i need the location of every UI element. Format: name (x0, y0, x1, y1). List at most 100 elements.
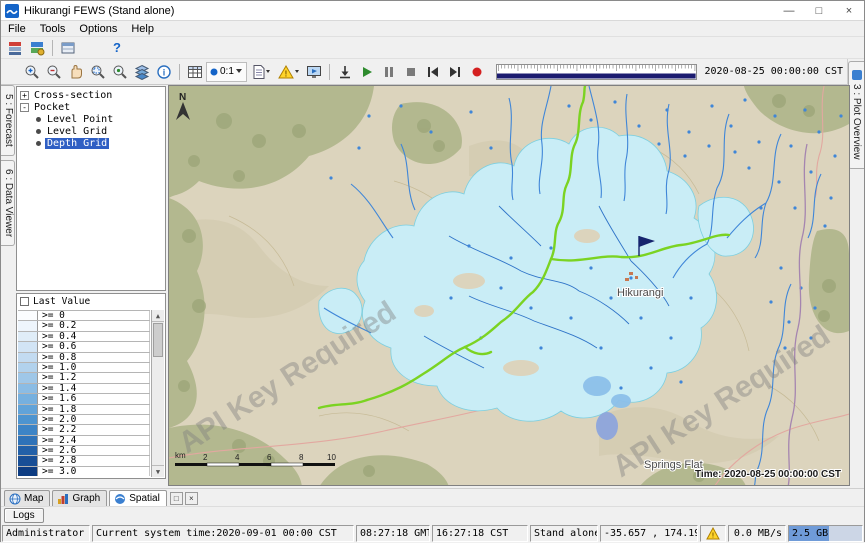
legend-label: >= 0.2 (38, 321, 150, 330)
status-warning[interactable]: ! (700, 525, 726, 542)
map-time-label: Time: 2020-08-25 00:00:00 CST (695, 469, 841, 480)
warning-dropdown[interactable]: ! (275, 62, 303, 82)
info-icon: i (156, 64, 172, 80)
animation-button[interactable] (303, 62, 325, 82)
chevron-down-icon (236, 69, 243, 74)
step-first-button[interactable] (422, 62, 444, 82)
zoom-in-button[interactable] (21, 62, 43, 82)
zoom-extent-button[interactable] (109, 62, 131, 82)
tab-map[interactable]: Map (4, 490, 50, 506)
side-tab-label: 3 : Plot Overview (851, 84, 862, 160)
scroll-down-icon[interactable]: ▼ (152, 465, 164, 477)
legend-row: >= 1.0 (18, 362, 150, 372)
legend-panel: Last Value >= 0>= 0.2>= 0.4>= 0.6>= 0.8>… (16, 293, 166, 479)
config-button[interactable] (57, 38, 79, 58)
skip-start-icon (425, 64, 441, 80)
monitor-icon (306, 64, 322, 80)
export-animation-button[interactable] (334, 62, 356, 82)
svg-text:i: i (163, 67, 166, 77)
zoom-box-icon (90, 64, 106, 80)
legend-row: >= 1.6 (18, 393, 150, 403)
legend-swatch (18, 342, 38, 351)
zoom-box-button[interactable] (87, 62, 109, 82)
database-icon (7, 40, 23, 56)
zoom-out-button[interactable] (43, 62, 65, 82)
scroll-up-icon[interactable]: ▲ (152, 310, 164, 322)
database-button[interactable] (4, 38, 26, 58)
document-icon (251, 64, 271, 80)
menu-tools[interactable]: Tools (33, 23, 73, 35)
tree-item-depth-grid[interactable]: Depth Grid (17, 137, 165, 149)
tree-expander-icon[interactable]: + (20, 91, 29, 100)
legend-label: >= 1.6 (38, 394, 150, 403)
minimize-button[interactable]: — (774, 1, 804, 20)
svg-text:!: ! (285, 69, 288, 78)
maximize-button[interactable]: □ (804, 1, 834, 20)
status-gmt-time: 08:27:18 GMT (356, 525, 430, 542)
tree-item-pocket[interactable]: -Pocket (17, 101, 165, 113)
app-window: { "window": { "title": "Hikurangi FEWS (… (0, 0, 865, 542)
spatial-icon (114, 493, 126, 505)
tree-item-level-grid[interactable]: Level Grid (17, 125, 165, 137)
scroll-thumb[interactable] (153, 323, 163, 357)
tab-graph[interactable]: Graph (52, 490, 107, 506)
profile-dropdown[interactable] (247, 62, 275, 82)
tree-item-level-point[interactable]: Level Point (17, 113, 165, 125)
pause-button[interactable] (378, 62, 400, 82)
float-view-button[interactable]: □ (170, 492, 183, 505)
menu-options[interactable]: Options (72, 23, 124, 35)
menu-file[interactable]: File (1, 23, 33, 35)
last-value-checkbox[interactable] (20, 297, 29, 306)
pause-icon (381, 64, 397, 80)
logs-button[interactable]: Logs (4, 508, 44, 523)
close-view-button[interactable]: × (185, 492, 198, 505)
tab-spatial[interactable]: Spatial (109, 490, 167, 506)
side-tab-plot-overview[interactable]: 3 : Plot Overview (848, 61, 864, 169)
legend-row: >= 0 (18, 310, 150, 320)
filter-tree[interactable]: +Cross-section-PocketLevel PointLevel Gr… (16, 86, 166, 291)
warning-icon: ! (278, 64, 300, 80)
close-button[interactable]: × (834, 1, 864, 20)
classbreaks-dot-icon (210, 68, 218, 76)
legend-scrollbar[interactable]: ▲ ▼ (151, 310, 164, 477)
grid-display-button[interactable] (184, 62, 206, 82)
tree-item-cross-section[interactable]: +Cross-section (17, 89, 165, 101)
timeline-slider[interactable] (496, 64, 697, 80)
scenario-button[interactable] (26, 38, 48, 58)
legend-label: >= 0 (38, 311, 150, 320)
tab-label: Spatial (129, 493, 160, 504)
tree-expander-icon[interactable]: - (20, 103, 29, 112)
stop-button[interactable] (400, 62, 422, 82)
map-view[interactable]: Hikurangi Springs Flat API Key Required … (168, 85, 850, 486)
globe-icon (9, 493, 21, 505)
play-button[interactable] (356, 62, 378, 82)
legend-label: >= 2.8 (38, 456, 150, 465)
svg-text:!: ! (711, 532, 715, 540)
record-button[interactable] (466, 62, 488, 82)
status-transfer-rate: 0.0 MB/s (728, 525, 786, 542)
legend-swatch (18, 353, 38, 362)
town-label: Hikurangi (617, 287, 663, 299)
legend-title: Last Value (33, 296, 90, 307)
legend-swatch (18, 321, 38, 330)
classbreaks-dropdown[interactable]: 0:1 (206, 62, 247, 82)
legend-label: >= 1.2 (38, 373, 150, 382)
layers-button[interactable] (131, 62, 153, 82)
legend-label: >= 1.0 (38, 363, 150, 372)
scale-tick-label: 4 (235, 453, 240, 462)
legend-label: >= 2.2 (38, 425, 150, 434)
legend-label: >= 1.4 (38, 384, 150, 393)
map-toolbar: i 0:1 ! (1, 59, 847, 85)
side-tab-data-viewer[interactable]: 6 : Data Viewer (1, 160, 15, 246)
status-user: Administrator (2, 525, 90, 542)
step-last-button[interactable] (444, 62, 466, 82)
side-tab-forecast[interactable]: 5 : Forecast (1, 85, 15, 156)
scale-unit-label: km (175, 451, 186, 460)
info-button[interactable]: i (153, 62, 175, 82)
toolbar-separator (179, 64, 180, 80)
help-button[interactable]: ? (107, 39, 127, 57)
menu-help[interactable]: Help (124, 23, 161, 35)
legend-row: >= 2.8 (18, 455, 150, 465)
toolbar-separator (329, 64, 330, 80)
pan-button[interactable] (65, 62, 87, 82)
